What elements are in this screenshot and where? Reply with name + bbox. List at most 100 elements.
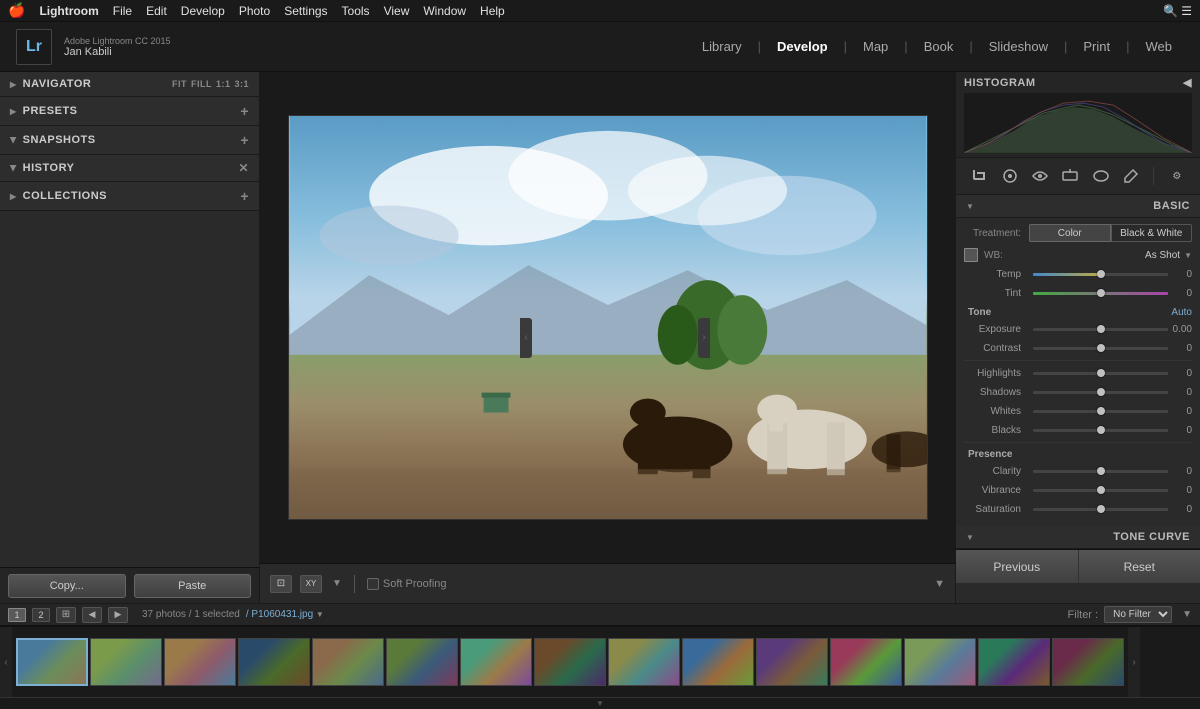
filmstrip-back-button[interactable]: ◀	[82, 607, 102, 623]
previous-button[interactable]: Previous	[956, 550, 1079, 583]
whites-slider[interactable]	[1033, 410, 1168, 413]
menu-help[interactable]: Help	[480, 4, 505, 18]
histogram-collapse[interactable]: ◀	[1183, 76, 1192, 89]
highlights-slider[interactable]	[1033, 372, 1168, 375]
thumbnail-12[interactable]	[830, 638, 902, 686]
collections-add-button[interactable]: +	[240, 188, 249, 204]
menu-lightroom[interactable]: Lightroom	[39, 4, 98, 18]
compare-view-button[interactable]: XY	[300, 575, 322, 593]
history-close-button[interactable]: ✕	[238, 161, 249, 175]
menu-develop[interactable]: Develop	[181, 4, 225, 18]
nav-3to1[interactable]: 3:1	[234, 79, 249, 89]
top-bar: Lr Adobe Lightroom CC 2015 Jan Kabili Li…	[0, 22, 1200, 72]
tab-book[interactable]: Book	[912, 35, 966, 58]
wb-eyedropper[interactable]	[964, 248, 978, 262]
page-num-1[interactable]: 1	[8, 608, 26, 622]
nav-1to1[interactable]: 1:1	[216, 79, 231, 89]
page-num-2[interactable]: 2	[32, 608, 50, 622]
view-dropdown[interactable]: ▼	[332, 578, 342, 589]
thumbnail-3[interactable]	[164, 638, 236, 686]
filmstrip-left-scroll[interactable]: ‹	[0, 626, 12, 697]
apple-menu[interactable]: 🍎	[8, 2, 25, 19]
filmstrip-forward-button[interactable]: ▶	[108, 607, 128, 623]
history-header[interactable]: ▶ History ✕	[0, 155, 259, 181]
thumbnail-2[interactable]	[90, 638, 162, 686]
snapshots-header[interactable]: ▶ Snapshots +	[0, 126, 259, 154]
basic-section-header[interactable]: ▼ Basic	[956, 195, 1200, 218]
single-view-button[interactable]: ⊡	[270, 575, 292, 593]
filmstrip-right-scroll[interactable]: ›	[1128, 626, 1140, 697]
menu-edit[interactable]: Edit	[146, 4, 167, 18]
tab-print[interactable]: Print	[1071, 35, 1122, 58]
left-expand-arrow[interactable]: ‹	[520, 318, 532, 358]
treatment-bw-button[interactable]: Black & White	[1111, 224, 1193, 242]
thumbnail-14[interactable]	[978, 638, 1050, 686]
exposure-label: Exposure	[964, 324, 1029, 335]
radial-tool[interactable]	[1089, 164, 1113, 188]
vibrance-slider[interactable]	[1033, 489, 1168, 492]
snapshots-add-button[interactable]: +	[240, 132, 249, 148]
saturation-slider[interactable]	[1033, 508, 1168, 511]
filmstrip-expand[interactable]: ▼	[1182, 609, 1192, 620]
reset-button[interactable]: Reset	[1079, 550, 1200, 583]
treatment-color-button[interactable]: Color	[1029, 224, 1111, 242]
menu-window[interactable]: Window	[423, 4, 466, 18]
heal-tool[interactable]	[998, 164, 1022, 188]
nav-fill[interactable]: FILL	[191, 79, 212, 89]
tone-curve-section-header[interactable]: ▼ Tone Curve	[956, 526, 1200, 549]
tab-library[interactable]: Library	[690, 35, 754, 58]
photos-path[interactable]: / P1060431.jpg ▼	[246, 609, 324, 620]
clarity-slider[interactable]	[1033, 470, 1168, 473]
tint-slider[interactable]	[1033, 292, 1168, 295]
exposure-slider[interactable]	[1033, 328, 1168, 331]
menu-settings[interactable]: Settings	[284, 4, 327, 18]
tone-auto-button[interactable]: Auto	[1171, 307, 1192, 318]
thumbnail-9[interactable]	[608, 638, 680, 686]
wb-dropdown[interactable]: ▼	[1184, 251, 1192, 260]
shadows-slider[interactable]	[1033, 391, 1168, 394]
crop-tool[interactable]	[967, 164, 991, 188]
presets-header[interactable]: ▶ Presets +	[0, 97, 259, 125]
collections-header[interactable]: ▶ Collections +	[0, 182, 259, 210]
path-dropdown[interactable]: ▼	[316, 610, 324, 619]
thumbnail-13[interactable]	[904, 638, 976, 686]
menu-view[interactable]: View	[384, 4, 410, 18]
bottom-expand-button[interactable]: ▼	[0, 697, 1200, 709]
menu-tools[interactable]: Tools	[342, 4, 370, 18]
contrast-slider[interactable]	[1033, 347, 1168, 350]
menu-file[interactable]: File	[113, 4, 132, 18]
navigator-header[interactable]: ▶ Navigator FIT FILL 1:1 3:1	[0, 72, 259, 96]
histogram-label: Histogram	[964, 77, 1036, 89]
grid-view-button[interactable]: ⊞	[56, 607, 76, 623]
tab-develop[interactable]: Develop	[765, 35, 840, 58]
settings-tool[interactable]: ⚙	[1165, 164, 1189, 188]
temp-slider[interactable]	[1033, 273, 1168, 276]
redeye-tool[interactable]	[1028, 164, 1052, 188]
histogram-header[interactable]: Histogram ◀	[964, 76, 1192, 89]
thumbnail-11[interactable]	[756, 638, 828, 686]
thumbnail-15[interactable]	[1052, 638, 1124, 686]
soft-proofing-toggle[interactable]: Soft Proofing	[367, 578, 447, 590]
thumbnail-1[interactable]	[16, 638, 88, 686]
thumbnail-7[interactable]	[460, 638, 532, 686]
soft-proofing-checkbox[interactable]	[367, 578, 379, 590]
tab-slideshow[interactable]: Slideshow	[977, 35, 1060, 58]
thumbnail-4[interactable]	[238, 638, 310, 686]
thumbnail-6[interactable]	[386, 638, 458, 686]
thumbnail-10[interactable]	[682, 638, 754, 686]
paste-button[interactable]: Paste	[134, 574, 252, 598]
presets-add-button[interactable]: +	[240, 103, 249, 119]
copy-button[interactable]: Copy...	[8, 574, 126, 598]
toolbar-end-dropdown[interactable]: ▼	[934, 578, 945, 590]
menu-photo[interactable]: Photo	[239, 4, 270, 18]
right-expand-arrow[interactable]: ›	[698, 318, 710, 358]
tab-web[interactable]: Web	[1134, 35, 1185, 58]
blacks-slider[interactable]	[1033, 429, 1168, 432]
nav-fit[interactable]: FIT	[172, 79, 187, 89]
filter-dropdown[interactable]: No Filter	[1104, 606, 1172, 623]
gradient-tool[interactable]	[1058, 164, 1082, 188]
tab-map[interactable]: Map	[851, 35, 900, 58]
thumbnail-5[interactable]	[312, 638, 384, 686]
thumbnail-8[interactable]	[534, 638, 606, 686]
brush-tool[interactable]	[1119, 164, 1143, 188]
